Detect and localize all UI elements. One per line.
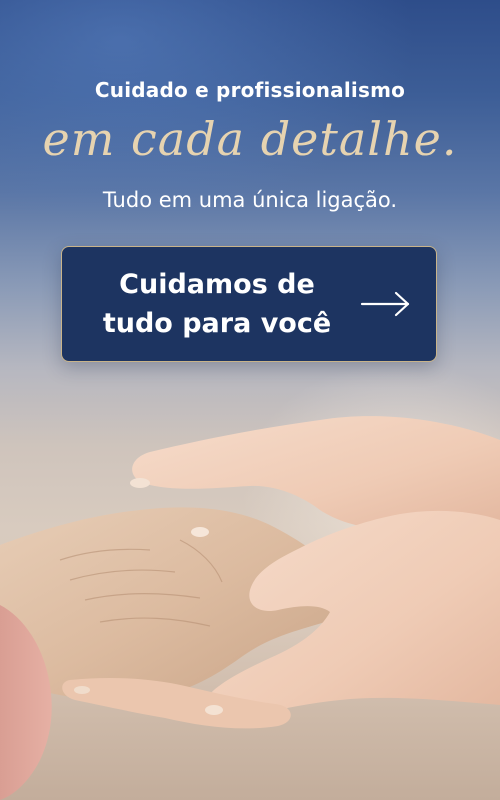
promo-banner: Cuidado e profissionalismo em cada detal…	[0, 0, 500, 800]
subheadline: Tudo em uma única ligação.	[102, 188, 398, 212]
fingernail	[74, 686, 90, 694]
headline-script: em cada detalhe.	[42, 112, 458, 166]
fingernail	[130, 478, 150, 488]
hands-holding-photo	[0, 416, 500, 800]
arrow-right-icon	[360, 291, 410, 317]
fingernail	[205, 705, 223, 715]
cta-label-line-2: tudo para você	[102, 308, 332, 339]
cta-label-line-1: Cuidamos de	[119, 269, 315, 300]
fingernail	[191, 527, 209, 537]
cta-button[interactable]: Cuidamos de tudo para você	[61, 246, 437, 362]
cta-label: Cuidamos de tudo para você	[92, 265, 342, 343]
headline-top: Cuidado e profissionalismo	[94, 78, 406, 102]
